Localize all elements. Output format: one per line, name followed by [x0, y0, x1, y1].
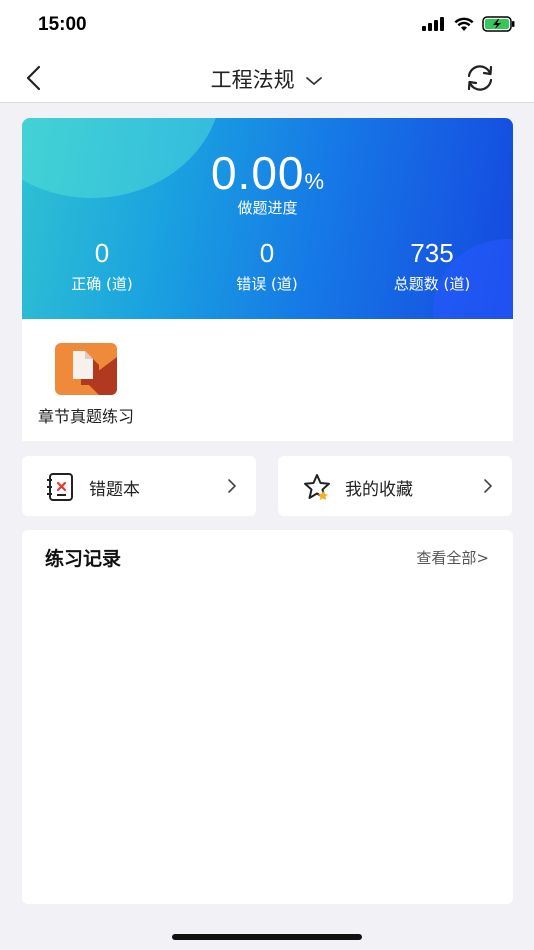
status-bar: 15:00	[0, 0, 534, 52]
chevron-down-icon	[306, 77, 323, 86]
stat-label: 总题数 (道)	[393, 275, 471, 293]
section-title: 练习记录	[45, 548, 122, 570]
home-indicator[interactable]	[172, 934, 362, 940]
stat-label: 正确 (道)	[71, 275, 133, 293]
practice-record-panel: 练习记录 查看全部>	[22, 530, 513, 904]
stat-total: 735 总题数 (道)	[352, 238, 512, 294]
wifi-icon	[454, 17, 474, 31]
chevron-right-icon	[228, 479, 237, 493]
battery-charging-icon	[482, 16, 515, 32]
refresh-icon	[467, 65, 493, 91]
refresh-button[interactable]	[464, 63, 496, 93]
page-title: 工程法规	[210, 68, 295, 92]
wrong-book-icon	[47, 473, 73, 501]
stat-label: 错误 (道)	[236, 275, 298, 293]
favorites-label: 我的收藏	[345, 480, 413, 500]
wrong-questions-label: 错题本	[89, 480, 140, 500]
chapter-practice-label: 章节真题练习	[37, 407, 134, 426]
signal-icon	[422, 17, 444, 31]
progress-value: 0.00%	[22, 146, 513, 200]
subject-selector[interactable]: 工程法规	[0, 64, 534, 94]
stat-value: 0	[94, 238, 110, 268]
wrong-questions-button[interactable]: 错题本	[22, 456, 256, 516]
progress-card: 0.00% 做题进度 0 正确 (道) 0 错误 (道) 735 总题数 (道)	[22, 118, 513, 319]
status-icons	[422, 16, 516, 32]
stat-value: 0	[259, 238, 275, 268]
stat-wrong: 0 错误 (道)	[187, 238, 347, 294]
view-all-link[interactable]: 查看全部>	[416, 547, 489, 568]
progress-number: 0.00	[210, 147, 305, 199]
nav-bar: 工程法规	[0, 52, 534, 103]
status-time: 15:00	[38, 14, 87, 35]
stat-value: 735	[410, 238, 454, 268]
stat-correct: 0 正确 (道)	[22, 238, 182, 294]
chapter-practice-button[interactable]: 章节真题练习	[27, 343, 145, 427]
favorites-button[interactable]: 我的收藏	[278, 456, 512, 516]
chevron-right-icon	[484, 479, 493, 493]
document-icon	[55, 343, 117, 395]
star-icon	[304, 474, 330, 500]
progress-label: 做题进度	[237, 199, 298, 217]
progress-unit: %	[304, 169, 325, 194]
practice-modes-panel: 章节真题练习	[22, 319, 513, 441]
